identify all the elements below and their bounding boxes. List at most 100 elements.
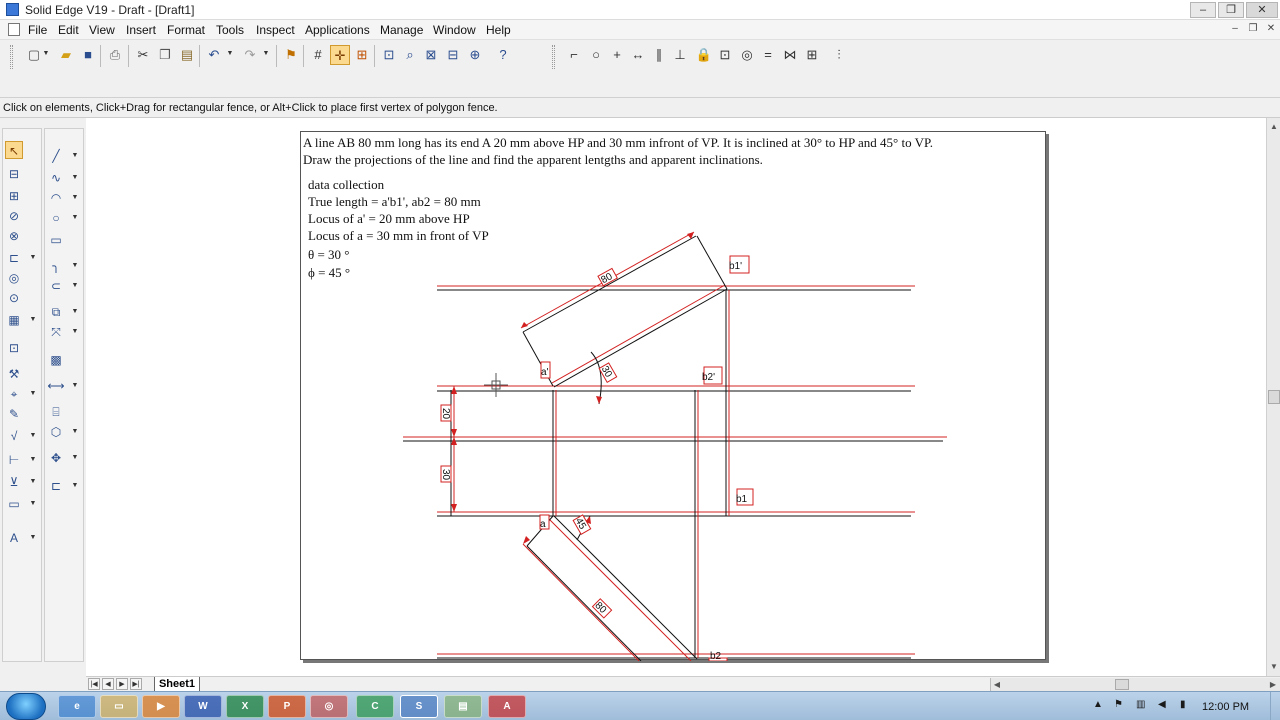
tray-network-icon[interactable]: ▥ xyxy=(1136,699,1145,710)
menu-edit[interactable]: Edit xyxy=(58,23,79,37)
tear-off-icon[interactable]: ⊞ xyxy=(352,45,372,65)
weld-symbol-icon[interactable]: ⌖ xyxy=(5,385,23,403)
save-icon[interactable]: ■ xyxy=(78,45,98,65)
drawing-canvas[interactable]: A line AB 80 mm long has its end A 20 mm… xyxy=(86,118,1266,676)
weld-dropdown-icon[interactable]: ▼ xyxy=(29,385,37,403)
parallel-icon[interactable]: ∥ xyxy=(649,45,669,65)
perpendicular-icon[interactable]: ⊥ xyxy=(670,45,690,65)
scroll-up-icon[interactable]: ▲ xyxy=(1268,120,1280,134)
model-view-dropdown-icon[interactable]: ▼ xyxy=(71,423,79,441)
tray-power-icon[interactable]: ▮ xyxy=(1180,699,1186,710)
minimize-button[interactable]: – xyxy=(1190,2,1216,18)
pattern-icon[interactable]: ◎ xyxy=(5,269,23,287)
circle-dropdown-icon[interactable]: ▼ xyxy=(71,209,79,227)
doc-minimize-button[interactable]: – xyxy=(1228,23,1242,36)
vertical-scroll-thumb[interactable] xyxy=(1268,390,1280,404)
toolbar-grip[interactable] xyxy=(10,45,13,69)
collinear-icon[interactable]: ⫶ xyxy=(829,45,849,65)
zoom-previous-icon[interactable]: ⊟ xyxy=(443,45,463,65)
text-dropdown-icon[interactable]: ▼ xyxy=(29,529,37,547)
fill-tool-icon[interactable]: ▩ xyxy=(47,351,65,369)
menu-inspect[interactable]: Inspect xyxy=(256,23,295,37)
edge-painter-icon[interactable]: ✎ xyxy=(5,405,23,423)
arc-tool-icon[interactable]: ◠ xyxy=(47,189,65,207)
circle-tool-icon[interactable]: ○ xyxy=(47,209,65,227)
horizontal-scrollbar[interactable]: ◀ ▶ xyxy=(990,678,1280,691)
excel-icon[interactable]: X xyxy=(226,695,264,718)
surface-texture-icon[interactable]: √ xyxy=(5,427,23,445)
grid-icon[interactable]: # xyxy=(308,45,328,65)
datum-dropdown-icon[interactable]: ▼ xyxy=(29,451,37,469)
balloon-dropdown-icon[interactable]: ▼ xyxy=(29,495,37,513)
arc-dropdown-icon[interactable]: ▼ xyxy=(71,189,79,207)
menu-applications[interactable]: Applications xyxy=(305,23,370,37)
line-dropdown-icon[interactable]: ▼ xyxy=(71,147,79,165)
tangent-icon[interactable]: ○ xyxy=(586,45,606,65)
feature-control-icon[interactable]: ⊻ xyxy=(5,473,23,491)
document-icon[interactable] xyxy=(8,23,20,36)
symbol-icon[interactable]: ⚒ xyxy=(5,365,23,383)
redo-icon[interactable]: ↷ xyxy=(240,45,260,65)
detail-view-icon[interactable]: ⊗ xyxy=(5,227,23,245)
scroll-down-icon[interactable]: ▼ xyxy=(1268,660,1280,674)
next-sheet-icon[interactable]: ▶ xyxy=(116,678,128,690)
layer-icon[interactable]: ⊡ xyxy=(5,339,23,357)
curve-dropdown-icon[interactable]: ▼ xyxy=(71,169,79,187)
first-sheet-icon[interactable]: |◀ xyxy=(88,678,100,690)
pan-icon[interactable]: ⊕ xyxy=(465,45,485,65)
menu-help[interactable]: Help xyxy=(486,23,511,37)
annotation-icon[interactable]: ✥ xyxy=(47,449,65,467)
menu-file[interactable]: File xyxy=(28,23,47,37)
fillet-dropdown-icon[interactable]: ▼ xyxy=(71,257,79,275)
dimension-dropdown-icon[interactable]: ▼ xyxy=(71,377,79,395)
start-button[interactable] xyxy=(6,693,46,720)
ie-icon[interactable]: e xyxy=(58,695,96,718)
menu-manage[interactable]: Manage xyxy=(380,23,423,37)
break-view-icon[interactable]: ⊏ xyxy=(5,249,23,267)
line-tool-icon[interactable]: ╱ xyxy=(47,147,65,165)
horizontal-vertical-icon[interactable]: ↔ xyxy=(628,45,648,65)
table-tool-icon[interactable]: ▦ xyxy=(5,311,23,329)
new-dropdown-icon[interactable]: ▼ xyxy=(42,45,50,63)
menu-format[interactable]: Format xyxy=(167,23,205,37)
datum-icon[interactable]: ⊢ xyxy=(5,451,23,469)
rectangle-tool-icon[interactable]: ▭ xyxy=(47,231,65,249)
move-tool-icon[interactable]: ⤧ xyxy=(47,323,65,341)
vertical-scrollbar[interactable]: ▲ ▼ xyxy=(1266,118,1280,676)
zoom-area-icon[interactable]: ⊡ xyxy=(379,45,399,65)
annotation-dropdown-icon[interactable]: ▼ xyxy=(71,449,79,467)
fit-icon[interactable]: ⊠ xyxy=(421,45,441,65)
solidedge-icon[interactable]: S xyxy=(400,695,438,718)
leader-dropdown-icon[interactable]: ▼ xyxy=(71,477,79,495)
curve-tool-icon[interactable]: ∿ xyxy=(47,169,65,187)
mirror-tool-icon[interactable]: ⧉ xyxy=(47,303,65,321)
cut-icon[interactable]: ✂ xyxy=(133,45,153,65)
tray-expand-icon[interactable]: ▲ xyxy=(1093,699,1103,710)
doc-close-button[interactable]: ✕ xyxy=(1264,23,1278,36)
lock-icon[interactable]: 🔒 xyxy=(694,45,714,65)
relations-toolbar-grip[interactable] xyxy=(552,45,555,69)
table-dropdown-icon[interactable]: ▼ xyxy=(29,311,37,329)
flag-icon[interactable]: ⚑ xyxy=(281,45,301,65)
menu-tools[interactable]: Tools xyxy=(216,23,244,37)
balloon-icon[interactable]: ▭ xyxy=(5,495,23,513)
last-sheet-icon[interactable]: ▶| xyxy=(130,678,142,690)
paste-icon[interactable]: ▤ xyxy=(177,45,197,65)
trim-dropdown-icon[interactable]: ▼ xyxy=(71,277,79,295)
rigid-set-icon[interactable]: ⊡ xyxy=(715,45,735,65)
prev-sheet-icon[interactable]: ◀ xyxy=(102,678,114,690)
doc-restore-button[interactable]: ❐ xyxy=(1246,23,1260,36)
menu-view[interactable]: View xyxy=(89,23,115,37)
pdf-icon[interactable]: A xyxy=(488,695,526,718)
view-tool-icon[interactable]: ⊟ xyxy=(5,165,23,183)
connect-icon[interactable]: ⌐ xyxy=(564,45,584,65)
leader-tool-icon[interactable]: ⊏ xyxy=(47,477,65,495)
mirror-dropdown-icon[interactable]: ▼ xyxy=(71,303,79,321)
symmetric-icon[interactable]: ⋈ xyxy=(780,45,800,65)
whats-this-icon[interactable]: ? xyxy=(493,45,513,65)
scroll-right-icon[interactable]: ▶ xyxy=(1267,678,1279,691)
camtasia-icon[interactable]: C xyxy=(356,695,394,718)
menu-insert[interactable]: Insert xyxy=(126,23,156,37)
text-tool-icon[interactable]: A xyxy=(5,529,23,547)
select-tool-icon[interactable]: ↖ xyxy=(5,141,23,159)
